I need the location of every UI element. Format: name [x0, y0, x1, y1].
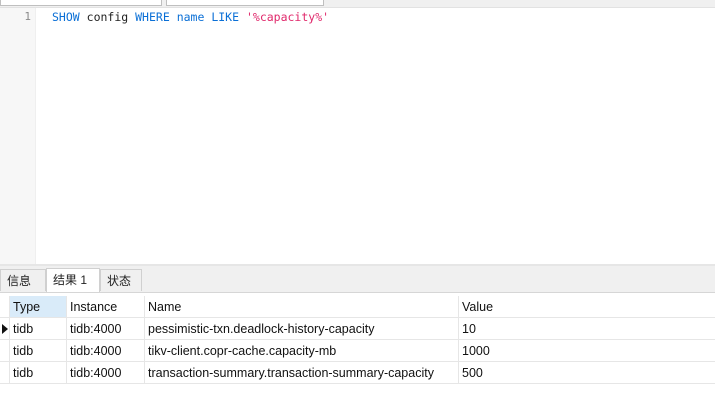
cell-name[interactable]: transaction-summary.transaction-summary-… — [145, 362, 459, 384]
keyword-show: SHOW — [52, 10, 80, 24]
cell-type[interactable]: tidb — [10, 362, 67, 384]
result-grid: Type Instance Name Value tidb tidb:4000 … — [0, 293, 715, 416]
tab-status[interactable]: 状态 — [100, 269, 142, 291]
column-header-value[interactable]: Value — [459, 296, 715, 318]
cell-name[interactable]: pessimistic-txn.deadlock-history-capacit… — [145, 318, 459, 340]
tab-result-1[interactable]: 结果 1 — [46, 268, 100, 292]
code-line-1[interactable]: SHOW config WHERE name LIKE '%capacity%' — [52, 10, 329, 24]
current-row-arrow-icon — [2, 324, 8, 334]
identifier-name: name — [176, 10, 205, 24]
cell-value[interactable]: 1000 — [459, 340, 715, 362]
query-tab-strip — [0, 0, 715, 8]
row-indicator — [0, 340, 10, 362]
result-tabbar: 信息 结果 1 状态 — [0, 266, 715, 293]
column-header-name[interactable]: Name — [145, 296, 459, 318]
query-tab-1[interactable] — [0, 0, 162, 6]
cell-value[interactable]: 10 — [459, 318, 715, 340]
row-indicator — [0, 362, 10, 384]
keyword-where: WHERE — [135, 10, 170, 24]
table-row[interactable]: tidb tidb:4000 pessimistic-txn.deadlock-… — [0, 318, 715, 340]
cell-instance[interactable]: tidb:4000 — [67, 318, 145, 340]
cell-type[interactable]: tidb — [10, 340, 67, 362]
line-number: 1 — [24, 10, 31, 23]
column-header-type[interactable]: Type — [10, 296, 67, 318]
header-indicator-cell — [0, 296, 10, 318]
cell-name[interactable]: tikv-client.copr-cache.capacity-mb — [145, 340, 459, 362]
identifier-config: config — [86, 10, 129, 24]
table-row[interactable]: tidb tidb:4000 tikv-client.copr-cache.ca… — [0, 340, 715, 362]
cell-type[interactable]: tidb — [10, 318, 67, 340]
row-indicator — [0, 318, 10, 340]
keyword-like: LIKE — [211, 10, 240, 24]
table-row[interactable]: tidb tidb:4000 transaction-summary.trans… — [0, 362, 715, 384]
cell-instance[interactable]: tidb:4000 — [67, 362, 145, 384]
cell-instance[interactable]: tidb:4000 — [67, 340, 145, 362]
cell-value[interactable]: 500 — [459, 362, 715, 384]
query-tab-2[interactable] — [166, 0, 324, 6]
tab-info[interactable]: 信息 — [0, 269, 46, 291]
column-header-instance[interactable]: Instance — [67, 296, 145, 318]
string-pattern: '%capacity%' — [245, 10, 330, 24]
grid-header-row: Type Instance Name Value — [0, 296, 715, 318]
sql-editor[interactable]: 1 SHOW config WHERE name LIKE '%capacity… — [0, 8, 715, 264]
line-gutter: 1 — [0, 8, 36, 264]
